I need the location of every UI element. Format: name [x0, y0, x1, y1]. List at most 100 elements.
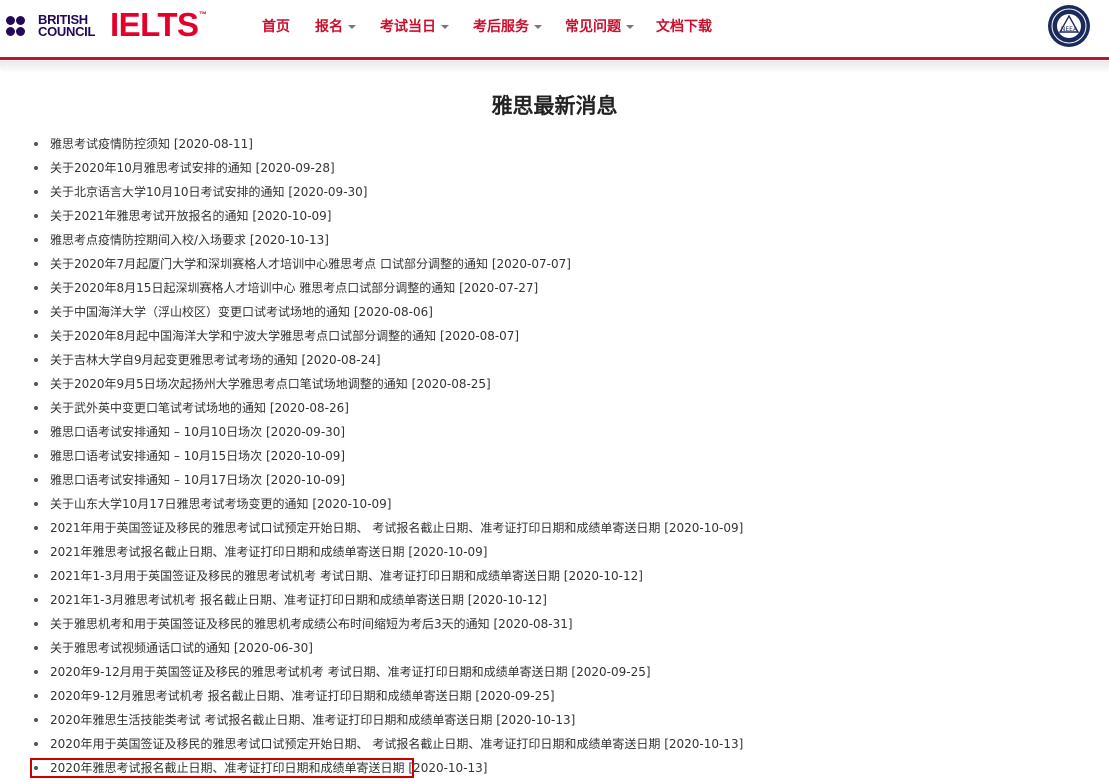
news-date: [2020-10-12]: [563, 569, 643, 583]
news-link[interactable]: 关于2020年9月5日场次起扬州大学雅思考点口笔试场地调整的通知: [50, 377, 408, 391]
news-item: 雅思考点疫情防控期间入校/入场要求 [2020-10-13]: [0, 230, 743, 254]
news-item: 2020年雅思生活技能类考试 考试报名截止日期、准考证打印日期和成绩单寄送日期 …: [0, 710, 743, 734]
nav-item-3[interactable]: 考后服务: [473, 16, 542, 36]
news-date: [2020-08-25]: [411, 377, 491, 391]
bullet-icon: [34, 502, 38, 506]
news-link[interactable]: 2020年雅思生活技能类考试 考试报名截止日期、准考证打印日期和成绩单寄送日期: [50, 713, 492, 727]
bullet-icon: [34, 238, 38, 242]
news-date: [2020-09-28]: [255, 161, 335, 175]
british-council-dots-icon: [6, 14, 34, 38]
nav-item-label: 首页: [262, 19, 290, 35]
news-item: 关于2021年雅思考试开放报名的通知 [2020-10-09]: [0, 206, 743, 230]
bullet-icon: [34, 430, 38, 434]
bullet-icon: [34, 454, 38, 458]
news-link[interactable]: 关于雅思考试视频通话口试的通知: [50, 641, 230, 655]
bullet-icon: [34, 190, 38, 194]
british-council-logo[interactable]: BRITISH COUNCIL: [6, 12, 95, 40]
news-link[interactable]: 2021年1-3月用于英国签证及移民的雅思考试机考 考试日期、准考证打印日期和成…: [50, 569, 560, 583]
nav-item-4[interactable]: 常见问题: [565, 16, 634, 36]
bullet-icon: [34, 694, 38, 698]
news-link[interactable]: 2020年9-12月用于英国签证及移民的雅思考试机考 考试日期、准考证打印日期和…: [50, 665, 568, 679]
news-item: 关于武外英中变更口笔试考试场地的通知 [2020-08-26]: [0, 398, 743, 422]
news-date: [2020-10-09]: [252, 209, 332, 223]
news-link[interactable]: 关于山东大学10月17日雅思考试考场变更的通知: [50, 497, 309, 511]
nav-item-2[interactable]: 考试当日: [380, 16, 449, 36]
news-date: [2020-10-13]: [664, 737, 744, 751]
news-link[interactable]: 关于吉林大学自9月起变更雅思考试考场的通知: [50, 353, 298, 367]
chevron-down-icon: [534, 25, 542, 29]
news-item: 2021年1-3月雅思考试机考 报名截止日期、准考证打印日期和成绩单寄送日期 […: [0, 590, 743, 614]
bullet-icon: [34, 166, 38, 170]
news-date: [2020-10-13]: [249, 233, 329, 247]
news-link[interactable]: 关于2020年7月起厦门大学和深圳赛格人才培训中心雅思考点 口试部分调整的通知: [50, 257, 488, 271]
news-date: [2020-06-30]: [233, 641, 313, 655]
news-date: [2020-08-06]: [353, 305, 433, 319]
news-link[interactable]: 雅思考点疫情防控期间入校/入场要求: [50, 233, 246, 247]
page-title: 雅思最新消息: [491, 94, 618, 118]
news-item: 关于中国海洋大学（浮山校区）变更口试考试场地的通知 [2020-08-06]: [0, 302, 743, 326]
nav-item-label: 文档下载: [656, 19, 712, 35]
site-header: BRITISH COUNCIL IELTS ™ 首页 报名 考试当日 考后服务 常见问题…: [0, 0, 1109, 60]
news-date: [2020-09-25]: [571, 665, 651, 679]
news-item: 关于山东大学10月17日雅思考试考场变更的通知 [2020-10-09]: [0, 494, 743, 518]
news-link[interactable]: 2021年用于英国签证及移民的雅思考试口试预定开始日期、 考试报名截止日期、准考…: [50, 521, 660, 535]
news-date: [2020-08-31]: [493, 617, 573, 631]
news-link[interactable]: 2020年用于英国签证及移民的雅思考试口试预定开始日期、 考试报名截止日期、准考…: [50, 737, 660, 751]
news-link[interactable]: 关于北京语言大学10月10日考试安排的通知: [50, 185, 285, 199]
news-item: 2021年雅思考试报名截止日期、准考证打印日期和成绩单寄送日期 [2020-10…: [0, 542, 743, 566]
bullet-icon: [34, 670, 38, 674]
news-item: 关于2020年7月起厦门大学和深圳赛格人才培训中心雅思考点 口试部分调整的通知 …: [0, 254, 743, 278]
news-link[interactable]: 关于2020年10月雅思考试安排的通知: [50, 161, 252, 175]
news-link[interactable]: 关于2020年8月起中国海洋大学和宁波大学雅思考点口试部分调整的通知: [50, 329, 436, 343]
news-link[interactable]: 2021年1-3月雅思考试机考 报名截止日期、准考证打印日期和成绩单寄送日期: [50, 593, 464, 607]
bullet-icon: [34, 310, 38, 314]
news-date: [2020-10-13]: [496, 713, 576, 727]
nav-item-5[interactable]: 文档下载: [656, 16, 712, 36]
news-item: 关于雅思考试视频通话口试的通知 [2020-06-30]: [0, 638, 743, 662]
news-link[interactable]: 关于2020年8月15日起深圳赛格人才培训中心 雅思考点口试部分调整的通知: [50, 281, 455, 295]
news-link[interactable]: 雅思口语考试安排通知 – 10月10日场次: [50, 425, 262, 439]
nav-item-1[interactable]: 报名: [315, 16, 356, 36]
news-date: [2020-10-09]: [408, 545, 488, 559]
bullet-icon: [34, 742, 38, 746]
news-link[interactable]: 雅思口语考试安排通知 – 10月15日场次: [50, 449, 262, 463]
news-link[interactable]: 2020年9-12月雅思考试机考 报名截止日期、准考证打印日期和成绩单寄送日期: [50, 689, 472, 703]
news-date: [2020-08-26]: [269, 401, 349, 415]
news-link[interactable]: 关于武外英中变更口笔试考试场地的通知: [50, 401, 266, 415]
news-link[interactable]: 关于中国海洋大学（浮山校区）变更口试考试场地的通知: [50, 305, 350, 319]
news-date: [2020-08-11]: [173, 137, 253, 151]
news-item: 2020年用于英国签证及移民的雅思考试口试预定开始日期、 考试报名截止日期、准考…: [0, 734, 743, 758]
news-date: [2020-10-09]: [312, 497, 392, 511]
news-item: 2021年用于英国签证及移民的雅思考试口试预定开始日期、 考试报名截止日期、准考…: [0, 518, 743, 542]
header-shadow: [0, 61, 1109, 73]
nav-item-0[interactable]: 首页: [262, 16, 290, 36]
news-date: [2020-10-12]: [467, 593, 547, 607]
news-link[interactable]: 关于雅思机考和用于英国签证及移民的雅思机考成绩公布时间缩短为考后3天的通知: [50, 617, 490, 631]
bullet-icon: [34, 574, 38, 578]
bullet-icon: [34, 286, 38, 290]
ielts-logo[interactable]: IELTS: [110, 6, 199, 44]
chevron-down-icon: [441, 25, 449, 29]
news-link[interactable]: 雅思考试疫情防控须知: [50, 137, 170, 151]
news-date: [2020-09-30]: [266, 425, 346, 439]
news-link[interactable]: 关于2021年雅思考试开放报名的通知: [50, 209, 249, 223]
seal-label: NEEA: [1061, 26, 1078, 33]
nav-item-label: 常见问题: [565, 19, 621, 35]
news-link[interactable]: 2021年雅思考试报名截止日期、准考证打印日期和成绩单寄送日期: [50, 545, 405, 559]
news-item: 关于吉林大学自9月起变更雅思考试考场的通知 [2020-08-24]: [0, 350, 743, 374]
chevron-down-icon: [626, 25, 634, 29]
news-date: [2020-10-09]: [266, 449, 346, 463]
news-item: 关于2020年8月起中国海洋大学和宁波大学雅思考点口试部分调整的通知 [2020…: [0, 326, 743, 350]
bullet-icon: [34, 334, 38, 338]
bullet-icon: [34, 142, 38, 146]
bullet-icon: [34, 382, 38, 386]
news-item: 关于2020年10月雅思考试安排的通知 [2020-09-28]: [0, 158, 743, 182]
news-date: [2020-08-24]: [301, 353, 381, 367]
news-item: 2020年9-12月雅思考试机考 报名截止日期、准考证打印日期和成绩单寄送日期 …: [0, 686, 743, 710]
news-item: 雅思考试疫情防控须知 [2020-08-11]: [0, 134, 743, 158]
bullet-icon: [34, 646, 38, 650]
news-link[interactable]: 雅思口语考试安排通知 – 10月17日场次: [50, 473, 262, 487]
bullet-icon: [34, 550, 38, 554]
bullet-icon: [34, 214, 38, 218]
neea-seal-icon: NEEA: [1048, 5, 1090, 47]
